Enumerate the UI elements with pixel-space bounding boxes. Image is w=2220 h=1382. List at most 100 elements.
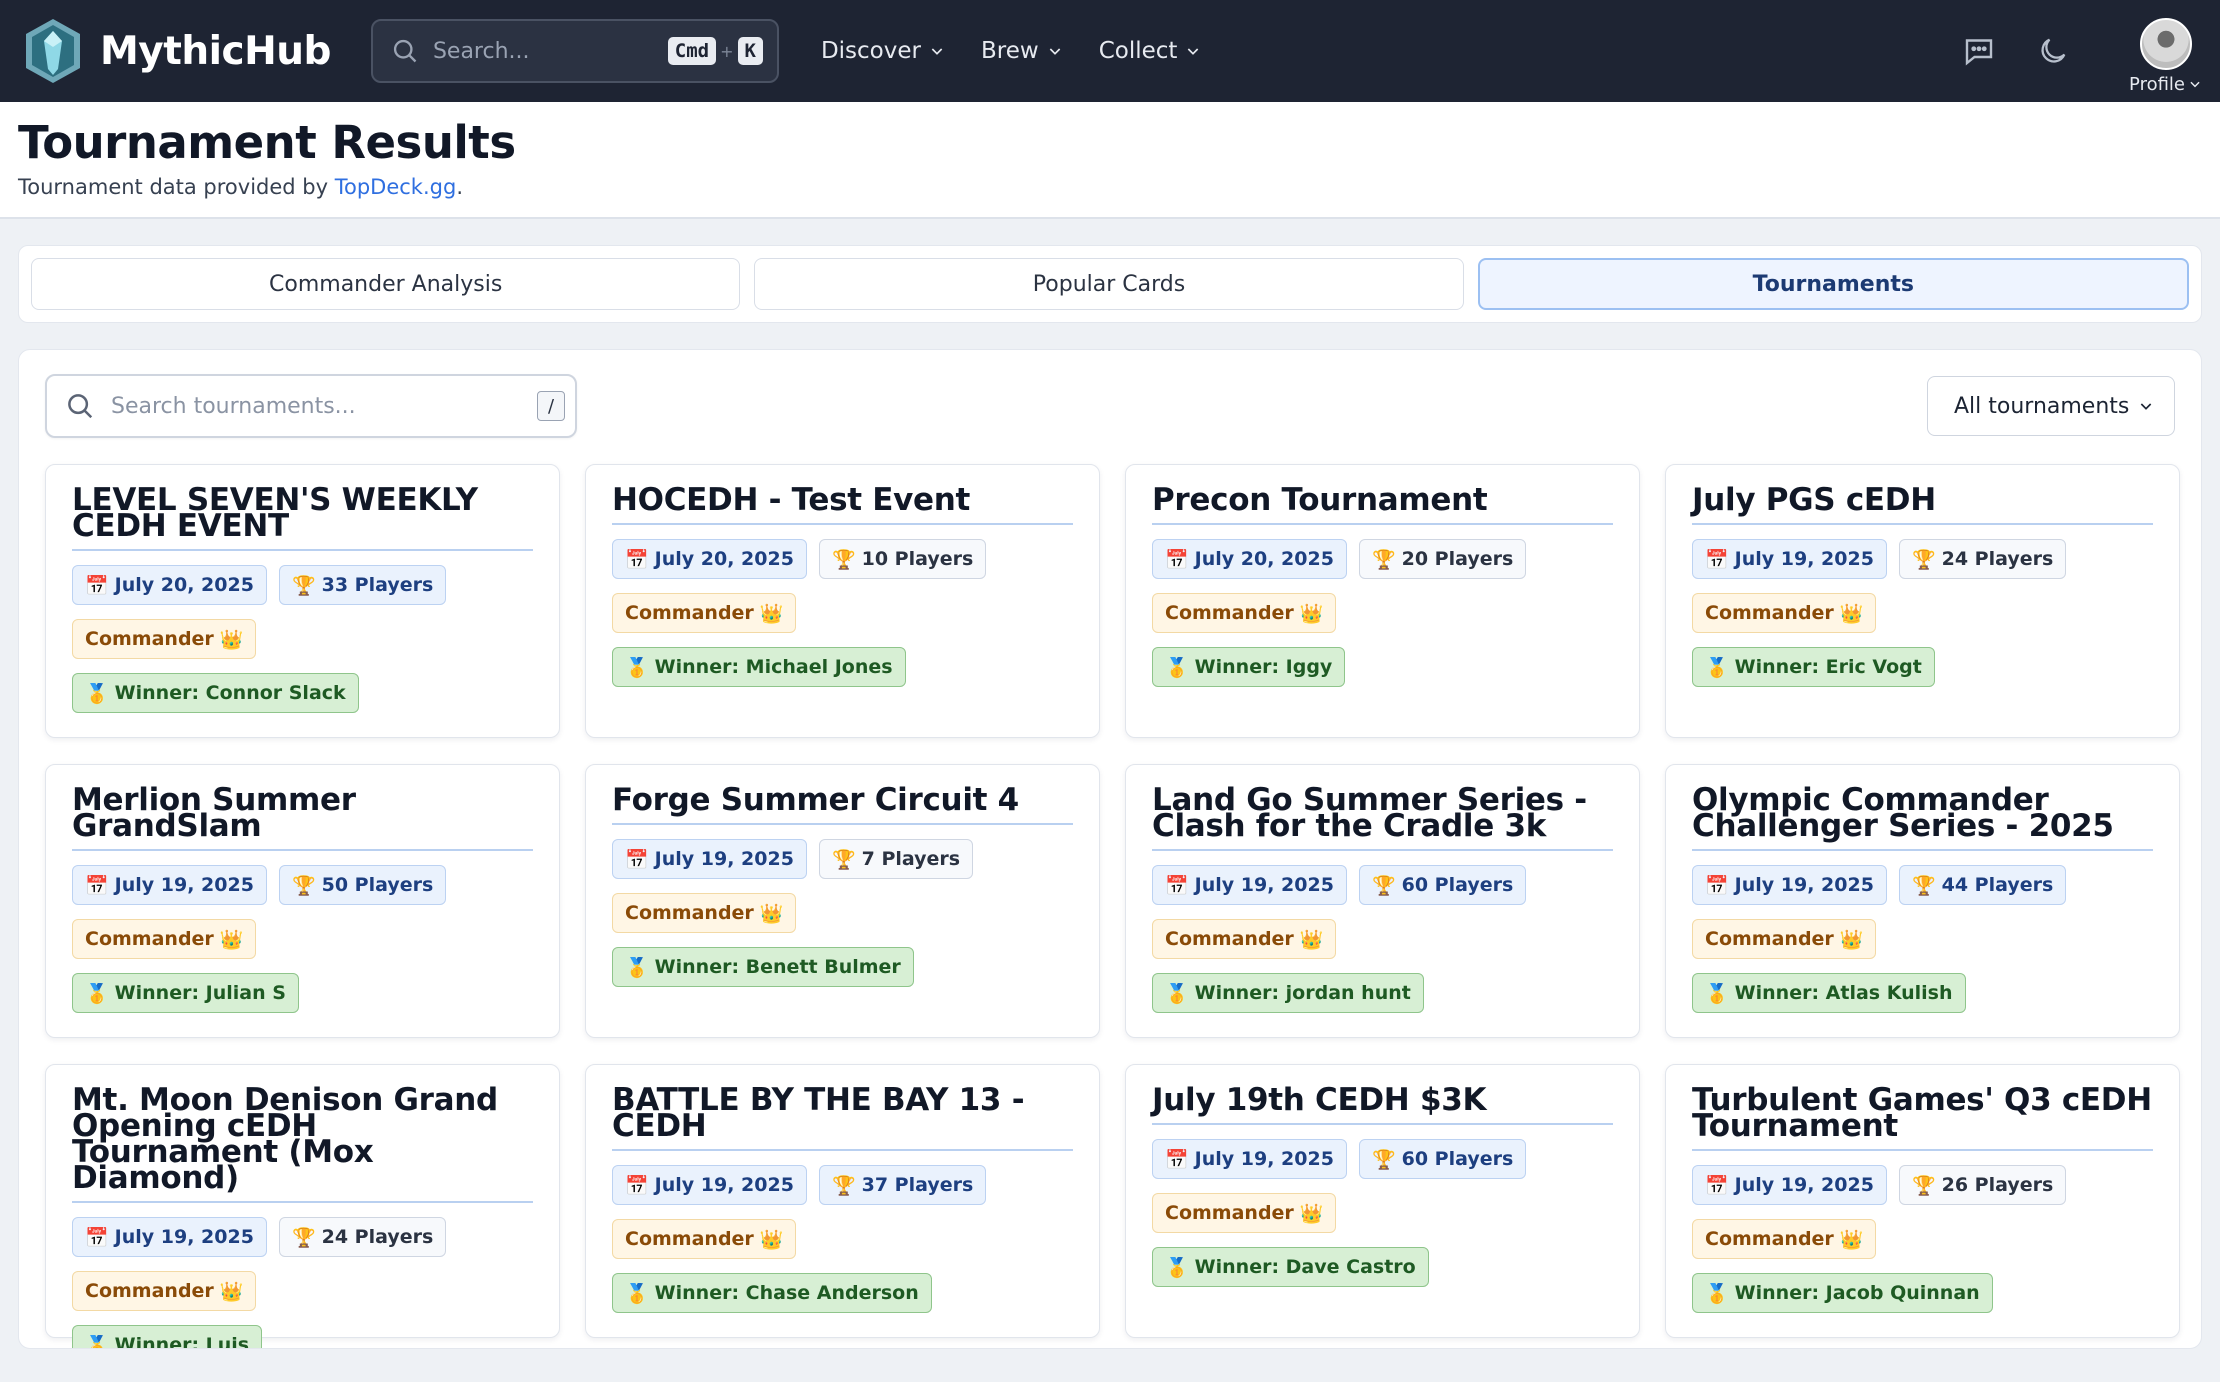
format-text: Commander <box>1165 602 1294 624</box>
trophy-icon: 🏆 <box>831 1174 856 1197</box>
date-text: July 20, 2025 <box>1194 548 1334 570</box>
calendar-icon: 📅 <box>1165 874 1189 897</box>
theme-toggle-button[interactable] <box>2033 31 2073 71</box>
tab-commander-analysis[interactable]: Commander Analysis <box>31 258 741 310</box>
winner-badge: 🥇 Winner: Eric Vogt <box>1692 647 1935 687</box>
date-badge: 📅 July 20, 2025 <box>612 539 807 579</box>
format-badge: Commander 👑 <box>1692 593 1877 633</box>
winner-text: Winner: Connor Slack <box>114 682 346 704</box>
tournament-tags: Commander 👑 🥇 Winner: jordan hunt <box>1152 905 1613 1013</box>
tournament-card[interactable]: July PGS cEDH 📅 July 19, 2025 🏆 24 Playe… <box>1665 464 2180 738</box>
crown-icon: 👑 <box>1839 928 1864 951</box>
menu-collect-label: Collect <box>1098 38 1178 64</box>
crown-icon: 👑 <box>219 928 244 951</box>
players-badge: 🏆 44 Players <box>1898 865 2067 905</box>
menu-collect[interactable]: Collect <box>1081 38 1220 64</box>
tournament-card[interactable]: Olympic Commander Challenger Series - 20… <box>1665 764 2180 1038</box>
filter-bar: Search tournaments... / All tournaments <box>45 374 2175 438</box>
date-badge: 📅 July 19, 2025 <box>612 839 807 879</box>
messages-button[interactable] <box>1959 31 1999 71</box>
date-text: July 19, 2025 <box>114 874 254 896</box>
tab-popular-cards[interactable]: Popular Cards <box>754 258 1464 310</box>
tournament-card[interactable]: Merlion Summer GrandSlam 📅 July 19, 2025… <box>45 764 560 1038</box>
page-header: Tournament Results Tournament data provi… <box>0 102 2220 219</box>
medal-icon: 🥇 <box>625 956 649 979</box>
date-badge: 📅 July 19, 2025 <box>1152 865 1347 905</box>
tournament-tags: Commander 👑 🥇 Winner: Jacob Quinnan <box>1692 1205 2153 1313</box>
tournament-filter-select[interactable]: All tournaments <box>1927 376 2175 436</box>
date-text: July 19, 2025 <box>1734 548 1874 570</box>
tournament-card[interactable]: Precon Tournament 📅 July 20, 2025 🏆 20 P… <box>1125 464 1640 738</box>
tournament-card[interactable]: Turbulent Games' Q3 cEDH Tournament 📅 Ju… <box>1665 1064 2180 1338</box>
crystal-logo-icon <box>26 19 80 83</box>
players-text: 60 Players <box>1401 1148 1514 1170</box>
logo[interactable]: MythicHub <box>22 17 331 85</box>
tournament-card[interactable]: BATTLE BY THE BAY 13 - CEDH 📅 July 19, 2… <box>585 1064 1100 1338</box>
winner-badge: 🥇 Winner: jordan hunt <box>1152 973 1424 1013</box>
tournament-meta: 📅 July 19, 2025 🏆 7 Players <box>612 839 1073 879</box>
date-text: July 19, 2025 <box>654 848 794 870</box>
players-text: 44 Players <box>1941 874 2054 896</box>
winner-badge: 🥇 Winner: Atlas Kulish <box>1692 973 1966 1013</box>
tournament-meta: 📅 July 19, 2025 🏆 26 Players <box>1692 1165 2153 1205</box>
players-badge: 🏆 24 Players <box>278 1217 447 1257</box>
menu-brew[interactable]: Brew <box>963 38 1081 64</box>
tournament-card[interactable]: Forge Summer Circuit 4 📅 July 19, 2025 🏆… <box>585 764 1100 1038</box>
players-badge: 🏆 20 Players <box>1358 539 1527 579</box>
global-search-input[interactable]: Search... Cmd + K <box>370 19 779 83</box>
trophy-icon: 🏆 <box>831 548 856 571</box>
format-text: Commander <box>625 602 754 624</box>
format-badge: Commander 👑 <box>72 919 257 959</box>
tournament-meta: 📅 July 19, 2025 🏆 50 Players <box>72 865 533 905</box>
trophy-icon: 🏆 <box>1911 1174 1936 1197</box>
tournament-meta: 📅 July 19, 2025 🏆 24 Players <box>1692 539 2153 579</box>
tournament-name: Mt. Moon Denison Grand Opening cEDH Tour… <box>72 1085 533 1203</box>
tournament-meta: 📅 July 20, 2025 🏆 10 Players <box>612 539 1073 579</box>
search-icon <box>393 39 417 63</box>
tournament-name: Precon Tournament <box>1152 485 1613 525</box>
chevron-down-icon <box>1049 48 1060 55</box>
crown-icon: 👑 <box>1299 928 1324 951</box>
date-badge: 📅 July 20, 2025 <box>1152 539 1347 579</box>
tournament-search-input[interactable]: Search tournaments... / <box>45 374 577 438</box>
format-text: Commander <box>1705 1228 1834 1250</box>
calendar-icon: 📅 <box>1705 874 1729 897</box>
crown-icon: 👑 <box>759 1228 784 1251</box>
crown-icon: 👑 <box>759 902 784 925</box>
winner-badge: 🥇 Winner: Luis <box>72 1325 263 1349</box>
profile-menu[interactable]: Profile <box>2129 17 2202 95</box>
date-badge: 📅 July 19, 2025 <box>1692 865 1887 905</box>
tournament-name: BATTLE BY THE BAY 13 - CEDH <box>612 1085 1073 1151</box>
date-text: July 20, 2025 <box>654 548 794 570</box>
topdeck-link[interactable]: TopDeck.gg <box>335 175 457 199</box>
tournament-card[interactable]: HOCEDH - Test Event 📅 July 20, 2025 🏆 10… <box>585 464 1100 738</box>
medal-icon: 🥇 <box>1705 982 1729 1005</box>
winner-text: Winner: Luis <box>114 1334 250 1349</box>
winner-badge: 🥇 Winner: Michael Jones <box>612 647 906 687</box>
tournament-card[interactable]: Mt. Moon Denison Grand Opening cEDH Tour… <box>45 1064 560 1348</box>
menu-discover[interactable]: Discover <box>803 38 963 64</box>
tournament-card[interactable]: Land Go Summer Series - Clash for the Cr… <box>1125 764 1640 1038</box>
format-text: Commander <box>85 928 214 950</box>
crown-icon: 👑 <box>219 1280 244 1303</box>
tournament-meta: 📅 July 19, 2025 🏆 37 Players <box>612 1165 1073 1205</box>
winner-text: Winner: Iggy <box>1194 656 1333 678</box>
menu-discover-label: Discover <box>820 38 921 64</box>
players-text: 24 Players <box>321 1226 434 1248</box>
format-badge: Commander 👑 <box>612 593 797 633</box>
players-text: 33 Players <box>321 574 434 596</box>
tab-tournaments[interactable]: Tournaments <box>1477 258 2189 310</box>
date-badge: 📅 July 19, 2025 <box>1692 1165 1887 1205</box>
chevron-down-icon <box>2190 81 2200 88</box>
tournament-name: Turbulent Games' Q3 cEDH Tournament <box>1692 1085 2153 1151</box>
players-badge: 🏆 26 Players <box>1898 1165 2067 1205</box>
tournament-meta: 📅 July 20, 2025 🏆 33 Players <box>72 565 533 605</box>
calendar-icon: 📅 <box>85 574 109 597</box>
tournament-meta: 📅 July 19, 2025 🏆 60 Players <box>1152 1139 1613 1179</box>
date-badge: 📅 July 20, 2025 <box>72 565 267 605</box>
tournament-card[interactable]: LEVEL SEVEN'S WEEKLY CEDH EVENT 📅 July 2… <box>45 464 560 738</box>
medal-icon: 🥇 <box>625 656 649 679</box>
calendar-icon: 📅 <box>1705 1174 1729 1197</box>
players-badge: 🏆 37 Players <box>818 1165 987 1205</box>
tournament-card[interactable]: July 19th CEDH $3K 📅 July 19, 2025 🏆 60 … <box>1125 1064 1640 1338</box>
